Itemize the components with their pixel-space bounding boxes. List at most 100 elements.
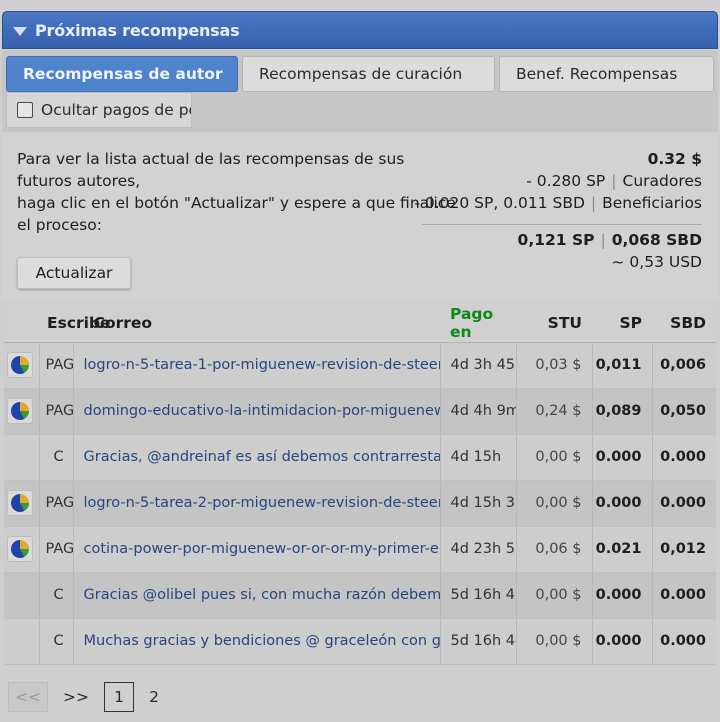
rewards-summary: Para ver la lista actual de las recompen… <box>2 134 718 300</box>
hide-payouts-checkbox[interactable] <box>17 102 33 118</box>
row-sp: 0,011 <box>591 342 652 389</box>
row-stu: 0,00 $ <box>515 618 592 665</box>
header-sp[interactable]: SP <box>592 304 652 343</box>
row-icon-cell <box>4 434 39 481</box>
row-sp: 0.000 <box>591 480 652 527</box>
curators-row: - 0.280 SP | Curadores <box>526 172 702 190</box>
row-pay-in: 5d 16h 42 <box>439 572 516 619</box>
row-type: PAG <box>38 480 73 527</box>
row-sbd: 0,012 <box>651 526 716 573</box>
pie-chart-icon[interactable] <box>7 352 33 378</box>
upcoming-rewards-header[interactable]: Próximas recompensas <box>2 11 718 49</box>
row-pay-in: 5d 16h 44 <box>439 618 516 665</box>
next-page-button[interactable]: >> <box>56 682 96 712</box>
net-row: 0,121 SP | 0,068 SBD <box>517 231 702 249</box>
table-row: C Gracias @olibel pues si, con mucha raz… <box>4 572 716 619</box>
row-icon-cell <box>4 388 39 435</box>
info-line: futuros autores, <box>17 172 141 190</box>
pie-chart-icon[interactable] <box>7 490 33 516</box>
row-sp: 0.000 <box>591 572 652 619</box>
info-line: el proceso: <box>17 216 102 234</box>
row-stu: 0,00 $ <box>515 434 592 481</box>
row-sbd: 0.000 <box>651 434 716 481</box>
row-stu: 0,00 $ <box>515 572 592 619</box>
row-type: PAG <box>38 388 73 435</box>
row-icon-cell <box>4 572 39 619</box>
tab-beneficiary-rewards[interactable]: Benef. Recompensas <box>499 56 714 92</box>
header-icon <box>4 304 39 343</box>
row-post-link[interactable]: Gracias @olibel pues si, con mucha razón… <box>72 572 440 619</box>
rewards-table: EscribeCorreo Pago en STU SP SBD PAG log… <box>4 304 716 665</box>
curators-value: - 0.280 SP <box>526 172 606 190</box>
usd-estimate: ~ 0,53 USD <box>611 253 702 271</box>
header-pay-in[interactable]: Pago en <box>440 304 516 343</box>
row-post-link[interactable]: Muchas gracias y bendiciones @ graceleón… <box>72 618 440 665</box>
header-post[interactable]: Correo <box>94 314 152 332</box>
pie-chart-icon[interactable] <box>7 536 33 562</box>
page-2-button[interactable]: 2 <box>146 682 162 712</box>
row-icon-cell <box>4 618 39 665</box>
table-row: C Gracias, @andreinaf es así debemos con… <box>4 434 716 481</box>
row-icon-cell <box>4 526 39 573</box>
pie-chart-icon[interactable] <box>7 398 33 424</box>
info-line: haga clic en el botón "Actualizar" y esp… <box>17 194 456 212</box>
tab-author-rewards[interactable]: Recompensas de autor <box>6 56 238 92</box>
collapse-triangle-icon[interactable] <box>13 26 27 36</box>
row-sbd: 0,006 <box>651 342 716 389</box>
table-header-row: EscribeCorreo Pago en STU SP SBD <box>4 304 716 343</box>
beneficiaries-value: - 0.020 SP, 0.011 SBD <box>414 194 585 212</box>
table-row: C Muchas gracias y bendiciones @ gracele… <box>4 618 716 665</box>
table-row: PAG domingo-educativo-la-intimidacion-po… <box>4 388 716 435</box>
row-sbd: 0,050 <box>651 388 716 435</box>
row-post-link[interactable]: Gracias, @andreinaf es así debemos contr… <box>72 434 440 481</box>
row-post-link[interactable]: domingo-educativo-la-intimidacion-por-mi… <box>72 388 440 435</box>
row-post-link[interactable]: logro-n-5-tarea-2-por-miguenew-revision-… <box>72 480 440 527</box>
net-sbd: 0,068 SBD <box>611 231 702 249</box>
row-type: PAG <box>38 342 73 389</box>
beneficiaries-row: - 0.020 SP, 0.011 SBD | Beneficiarios <box>414 194 702 212</box>
hide-payouts-filter[interactable]: Ocultar pagos de po <box>6 92 192 128</box>
row-pay-in: 4d 3h 45m <box>439 342 516 389</box>
row-pay-in: 4d 15h 30 <box>439 480 516 527</box>
row-pay-in: 4d 23h 51 <box>439 526 516 573</box>
table-row: PAG cotina-power-por-miguenew-or-or-or-m… <box>4 526 716 573</box>
header-writer-post: EscribeCorreo <box>39 304 440 343</box>
row-icon-cell <box>4 342 39 389</box>
row-post-link[interactable]: cotina-power-por-miguenew-or-or-or-my-pr… <box>72 526 440 573</box>
curators-label: Curadores <box>622 172 702 190</box>
row-sbd: 0.000 <box>651 572 716 619</box>
rewards-totals: 0.32 $ - 0.280 SP | Curadores - 0.020 SP, … <box>412 148 702 273</box>
row-type: C <box>38 618 73 665</box>
pagination: << >> 1 2 <box>8 682 170 712</box>
refresh-button[interactable]: Actualizar <box>17 257 131 289</box>
total-value: 0.32 $ <box>647 150 702 168</box>
table-row: PAG logro-n-5-tarea-1-por-miguenew-revis… <box>4 342 716 389</box>
row-stu: 0,00 $ <box>515 480 592 527</box>
page-1-button[interactable]: 1 <box>104 682 134 712</box>
row-sp: 0,089 <box>591 388 652 435</box>
panel-title: Próximas recompensas <box>35 20 240 40</box>
row-type: PAG <box>38 526 73 573</box>
beneficiaries-label: Beneficiarios <box>602 194 702 212</box>
header-sbd[interactable]: SBD <box>652 304 716 343</box>
refresh-instructions: Para ver la lista actual de las recompen… <box>17 148 456 236</box>
table-row: PAG logro-n-5-tarea-2-por-miguenew-revis… <box>4 480 716 527</box>
row-icon-cell <box>4 480 39 527</box>
row-sp: 0.000 <box>591 618 652 665</box>
row-sp: 0.000 <box>591 434 652 481</box>
row-stu: 0,03 $ <box>515 342 592 389</box>
rewards-tabs: Recompensas de autor Recompensas de cura… <box>2 50 718 132</box>
row-pay-in: 4d 4h 9m <box>439 388 516 435</box>
row-sp: 0.021 <box>591 526 652 573</box>
row-sbd: 0.000 <box>651 618 716 665</box>
prev-page-button[interactable]: << <box>8 682 48 712</box>
row-post-link[interactable]: logro-n-5-tarea-1-por-miguenew-revision-… <box>72 342 440 389</box>
header-stu[interactable]: STU <box>516 304 592 343</box>
row-sbd: 0.000 <box>651 480 716 527</box>
net-sp: 0,121 SP <box>517 231 595 249</box>
row-pay-in: 4d 15h <box>439 434 516 481</box>
row-stu: 0,06 $ <box>515 526 592 573</box>
tab-curation-rewards[interactable]: Recompensas de curación <box>242 56 495 92</box>
totals-divider <box>422 224 702 225</box>
row-type: C <box>38 572 73 619</box>
